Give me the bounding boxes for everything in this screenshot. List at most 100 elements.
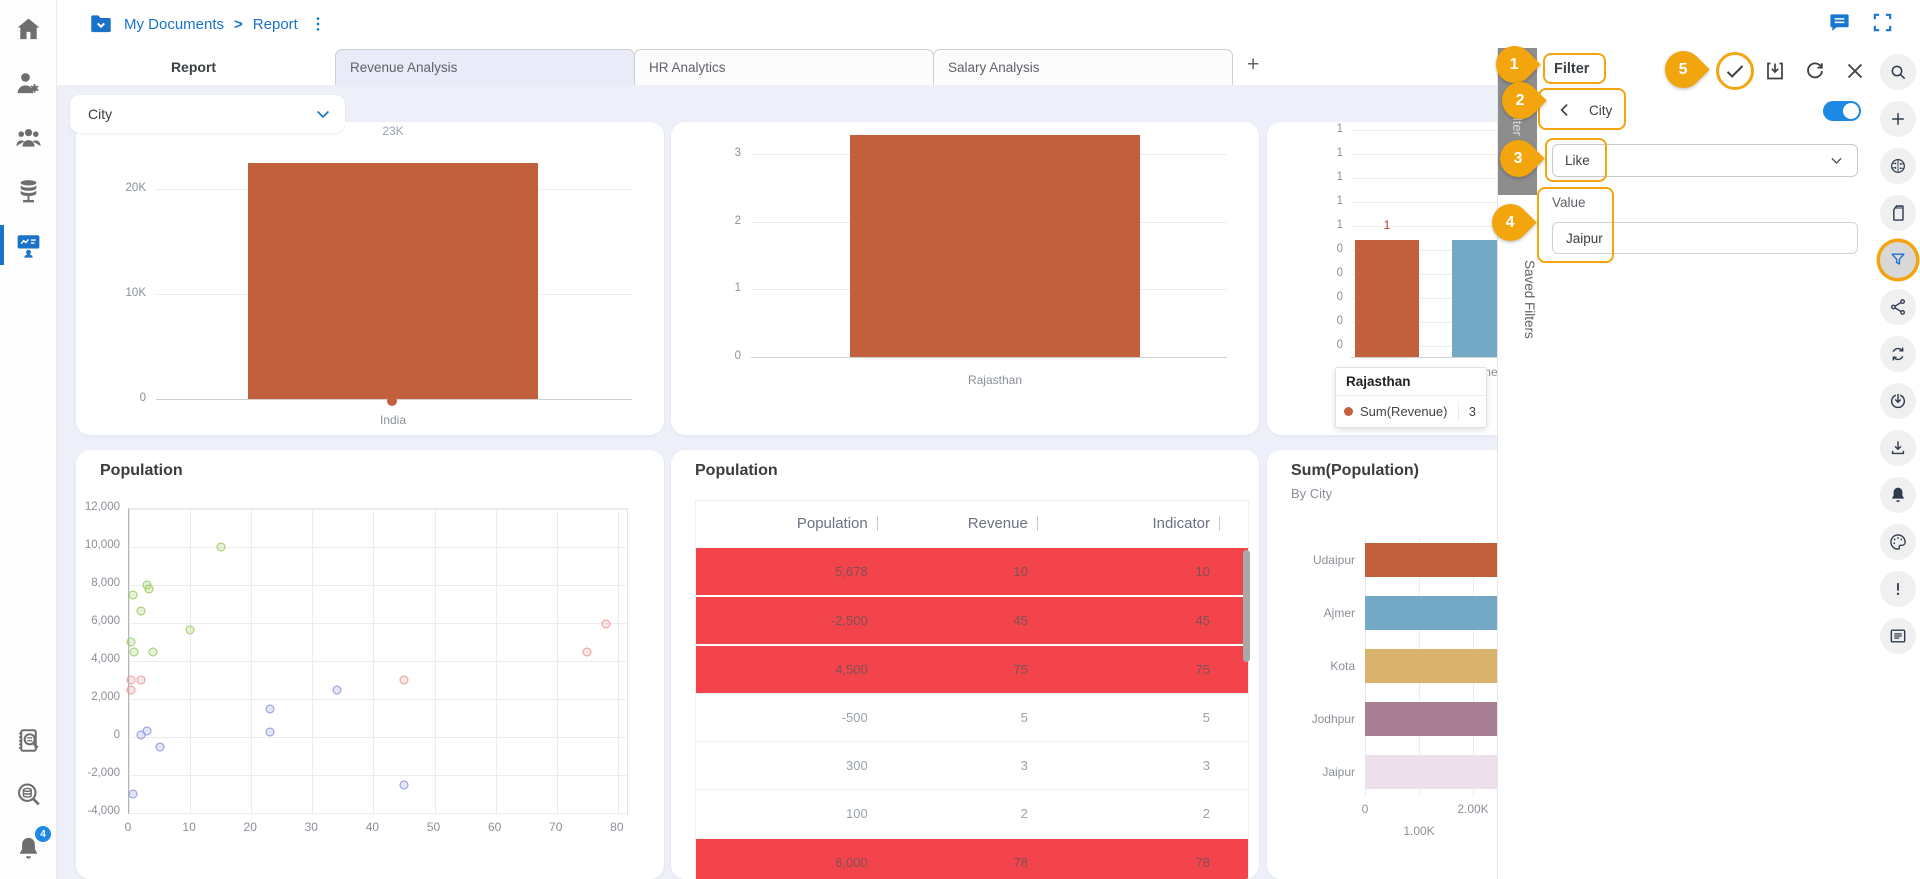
- folder-icon[interactable]: [88, 11, 114, 37]
- rail-warnings-button[interactable]: [1880, 571, 1916, 607]
- document-menu-icon[interactable]: [308, 14, 328, 34]
- sidebar-item-data-sources[interactable]: [0, 164, 56, 218]
- rail-share-button[interactable]: [1880, 289, 1916, 325]
- home-icon: [14, 15, 43, 44]
- table-cell: -500: [696, 710, 906, 725]
- bar-jodhpur[interactable]: [1365, 702, 1497, 736]
- comments-icon[interactable]: [1828, 11, 1851, 34]
- city-filter-dropdown[interactable]: City: [70, 95, 345, 133]
- chart-revenue-by-state[interactable]: 0123Rajasthan: [671, 122, 1259, 435]
- add-sheet-button[interactable]: +: [1247, 53, 1259, 85]
- column-header-revenue[interactable]: Revenue: [906, 515, 1066, 532]
- rail-add-button[interactable]: [1880, 101, 1916, 137]
- reset-filter-button[interactable]: [1803, 59, 1827, 83]
- operator-select[interactable]: Like: [1552, 144, 1858, 177]
- bar-ajmer[interactable]: [1365, 596, 1497, 630]
- table-scrollbar[interactable]: [1243, 550, 1250, 662]
- table-row[interactable]: 6,0007878: [696, 837, 1248, 879]
- y-axis-tick: 4,000: [76, 653, 120, 665]
- filter-enable-toggle[interactable]: [1823, 101, 1861, 121]
- tab-hr-analytics[interactable]: HR Analytics: [634, 49, 934, 85]
- table-cell: 45: [906, 613, 1066, 628]
- chart-revenue-by-country[interactable]: 010K20K23KIndia: [76, 122, 664, 435]
- chart-title: Population: [695, 462, 778, 480]
- table-row[interactable]: -50055: [696, 693, 1248, 741]
- sidebar-item-catalog-search[interactable]: [0, 713, 56, 767]
- rail-alerts-button[interactable]: [1880, 477, 1916, 513]
- table-row[interactable]: -2,5004545: [696, 595, 1248, 644]
- chevron-down-icon: [313, 104, 333, 124]
- rail-notes-button[interactable]: [1880, 618, 1916, 654]
- table-cell: -2,500: [696, 613, 906, 628]
- bar-rajasthan[interactable]: [1355, 240, 1419, 357]
- back-chevron-icon[interactable]: [1555, 100, 1575, 120]
- rail-search-button[interactable]: [1880, 54, 1916, 90]
- chart-population-by-city[interactable]: Sum(Population) By City UdaipurAjmerKota…: [1267, 450, 1497, 879]
- table-row[interactable]: 30033: [696, 741, 1248, 789]
- bar-rajasthan[interactable]: [850, 135, 1140, 357]
- bell-icon: [1888, 485, 1908, 505]
- scatter-point-green: [137, 606, 146, 615]
- cloud-download-icon: [1888, 391, 1908, 411]
- scatter-point-purple: [155, 742, 164, 751]
- sidebar-item-home[interactable]: [0, 2, 56, 56]
- y-axis-tick: 1: [1323, 219, 1343, 231]
- sidebar-item-data-search[interactable]: [0, 767, 56, 821]
- breadcrumb-root-link[interactable]: My Documents: [124, 16, 224, 33]
- palette-icon: [1888, 532, 1908, 552]
- rail-download-button[interactable]: [1880, 430, 1916, 466]
- apply-filter-button[interactable]: [1723, 59, 1747, 83]
- column-header-population[interactable]: Population: [696, 515, 906, 532]
- tab-revenue-analysis[interactable]: Revenue Analysis: [335, 49, 635, 85]
- chart-revenue-by-city[interactable]: 1111100000RajasthanAjmer1 RajasthanSum(R…: [1267, 122, 1497, 435]
- y-axis-tick: 0: [76, 729, 120, 741]
- filter-panel: Filter City Like Value Jaipur: [1537, 48, 1875, 879]
- bar-india[interactable]: [248, 163, 538, 399]
- sidebar-item-user-settings[interactable]: [0, 56, 56, 110]
- table-row[interactable]: 5,6781010: [696, 546, 1248, 595]
- bar-ajmer[interactable]: [1452, 240, 1497, 357]
- table-row[interactable]: 4,5007575: [696, 644, 1248, 693]
- scatter-point-green: [128, 591, 137, 600]
- tooltip-row: Sum(Revenue)3: [1336, 396, 1486, 427]
- bar-jaipur[interactable]: [1365, 755, 1497, 789]
- y-axis-tick: -4,000: [76, 805, 120, 817]
- bar-kota[interactable]: [1365, 649, 1497, 683]
- chevron-down-icon: [1828, 152, 1845, 169]
- table-cell: 75: [1066, 662, 1248, 677]
- column-header-indicator[interactable]: Indicator: [1066, 515, 1248, 532]
- sidebar-item-notifications[interactable]: 4: [0, 821, 56, 875]
- bar-udaipur[interactable]: [1365, 543, 1497, 577]
- sidebar-item-reports[interactable]: [0, 218, 56, 272]
- y-axis-label-udaipur: Udaipur: [1267, 553, 1355, 567]
- tooltip-series-name: Sum(Revenue): [1360, 404, 1447, 419]
- y-axis-label-jaipur: Jaipur: [1267, 765, 1355, 779]
- sidebar-item-user-groups[interactable]: [0, 110, 56, 164]
- report-icon: [14, 231, 43, 260]
- table-cell: 5: [1066, 710, 1248, 725]
- rail-theme-button[interactable]: [1880, 524, 1916, 560]
- table-cell: 300: [696, 758, 906, 773]
- y-axis-tick: 0: [695, 350, 741, 362]
- table-row[interactable]: 10022: [696, 789, 1248, 837]
- rail-sync-button[interactable]: [1880, 336, 1916, 372]
- y-axis-tick: 12,000: [76, 501, 120, 513]
- table-population[interactable]: Population PopulationRevenueIndicator5,6…: [671, 450, 1259, 879]
- tab-report[interactable]: Report: [56, 59, 331, 85]
- tab-salary-analysis[interactable]: Salary Analysis: [933, 49, 1233, 85]
- y-axis-tick: 20K: [100, 182, 146, 194]
- rail-filter-button[interactable]: [1880, 242, 1916, 278]
- close-panel-button[interactable]: [1843, 59, 1867, 83]
- y-axis-tick: 2: [695, 215, 741, 227]
- y-axis-tick: 0: [1323, 315, 1343, 327]
- value-input[interactable]: Jaipur: [1552, 222, 1858, 254]
- breadcrumb-current-link[interactable]: Report: [253, 16, 298, 33]
- chart-population-scatter[interactable]: Population -4,000-2,00002,0004,0006,0008…: [76, 450, 664, 879]
- fullscreen-icon[interactable]: [1871, 11, 1894, 34]
- y-axis-tick: 2,000: [76, 691, 120, 703]
- rail-publish-button[interactable]: [1880, 383, 1916, 419]
- rail-ai-button[interactable]: [1880, 148, 1916, 184]
- rail-memory-button[interactable]: [1880, 195, 1916, 231]
- import-filter-button[interactable]: [1763, 59, 1787, 83]
- x-axis-tick: 10: [169, 820, 209, 834]
